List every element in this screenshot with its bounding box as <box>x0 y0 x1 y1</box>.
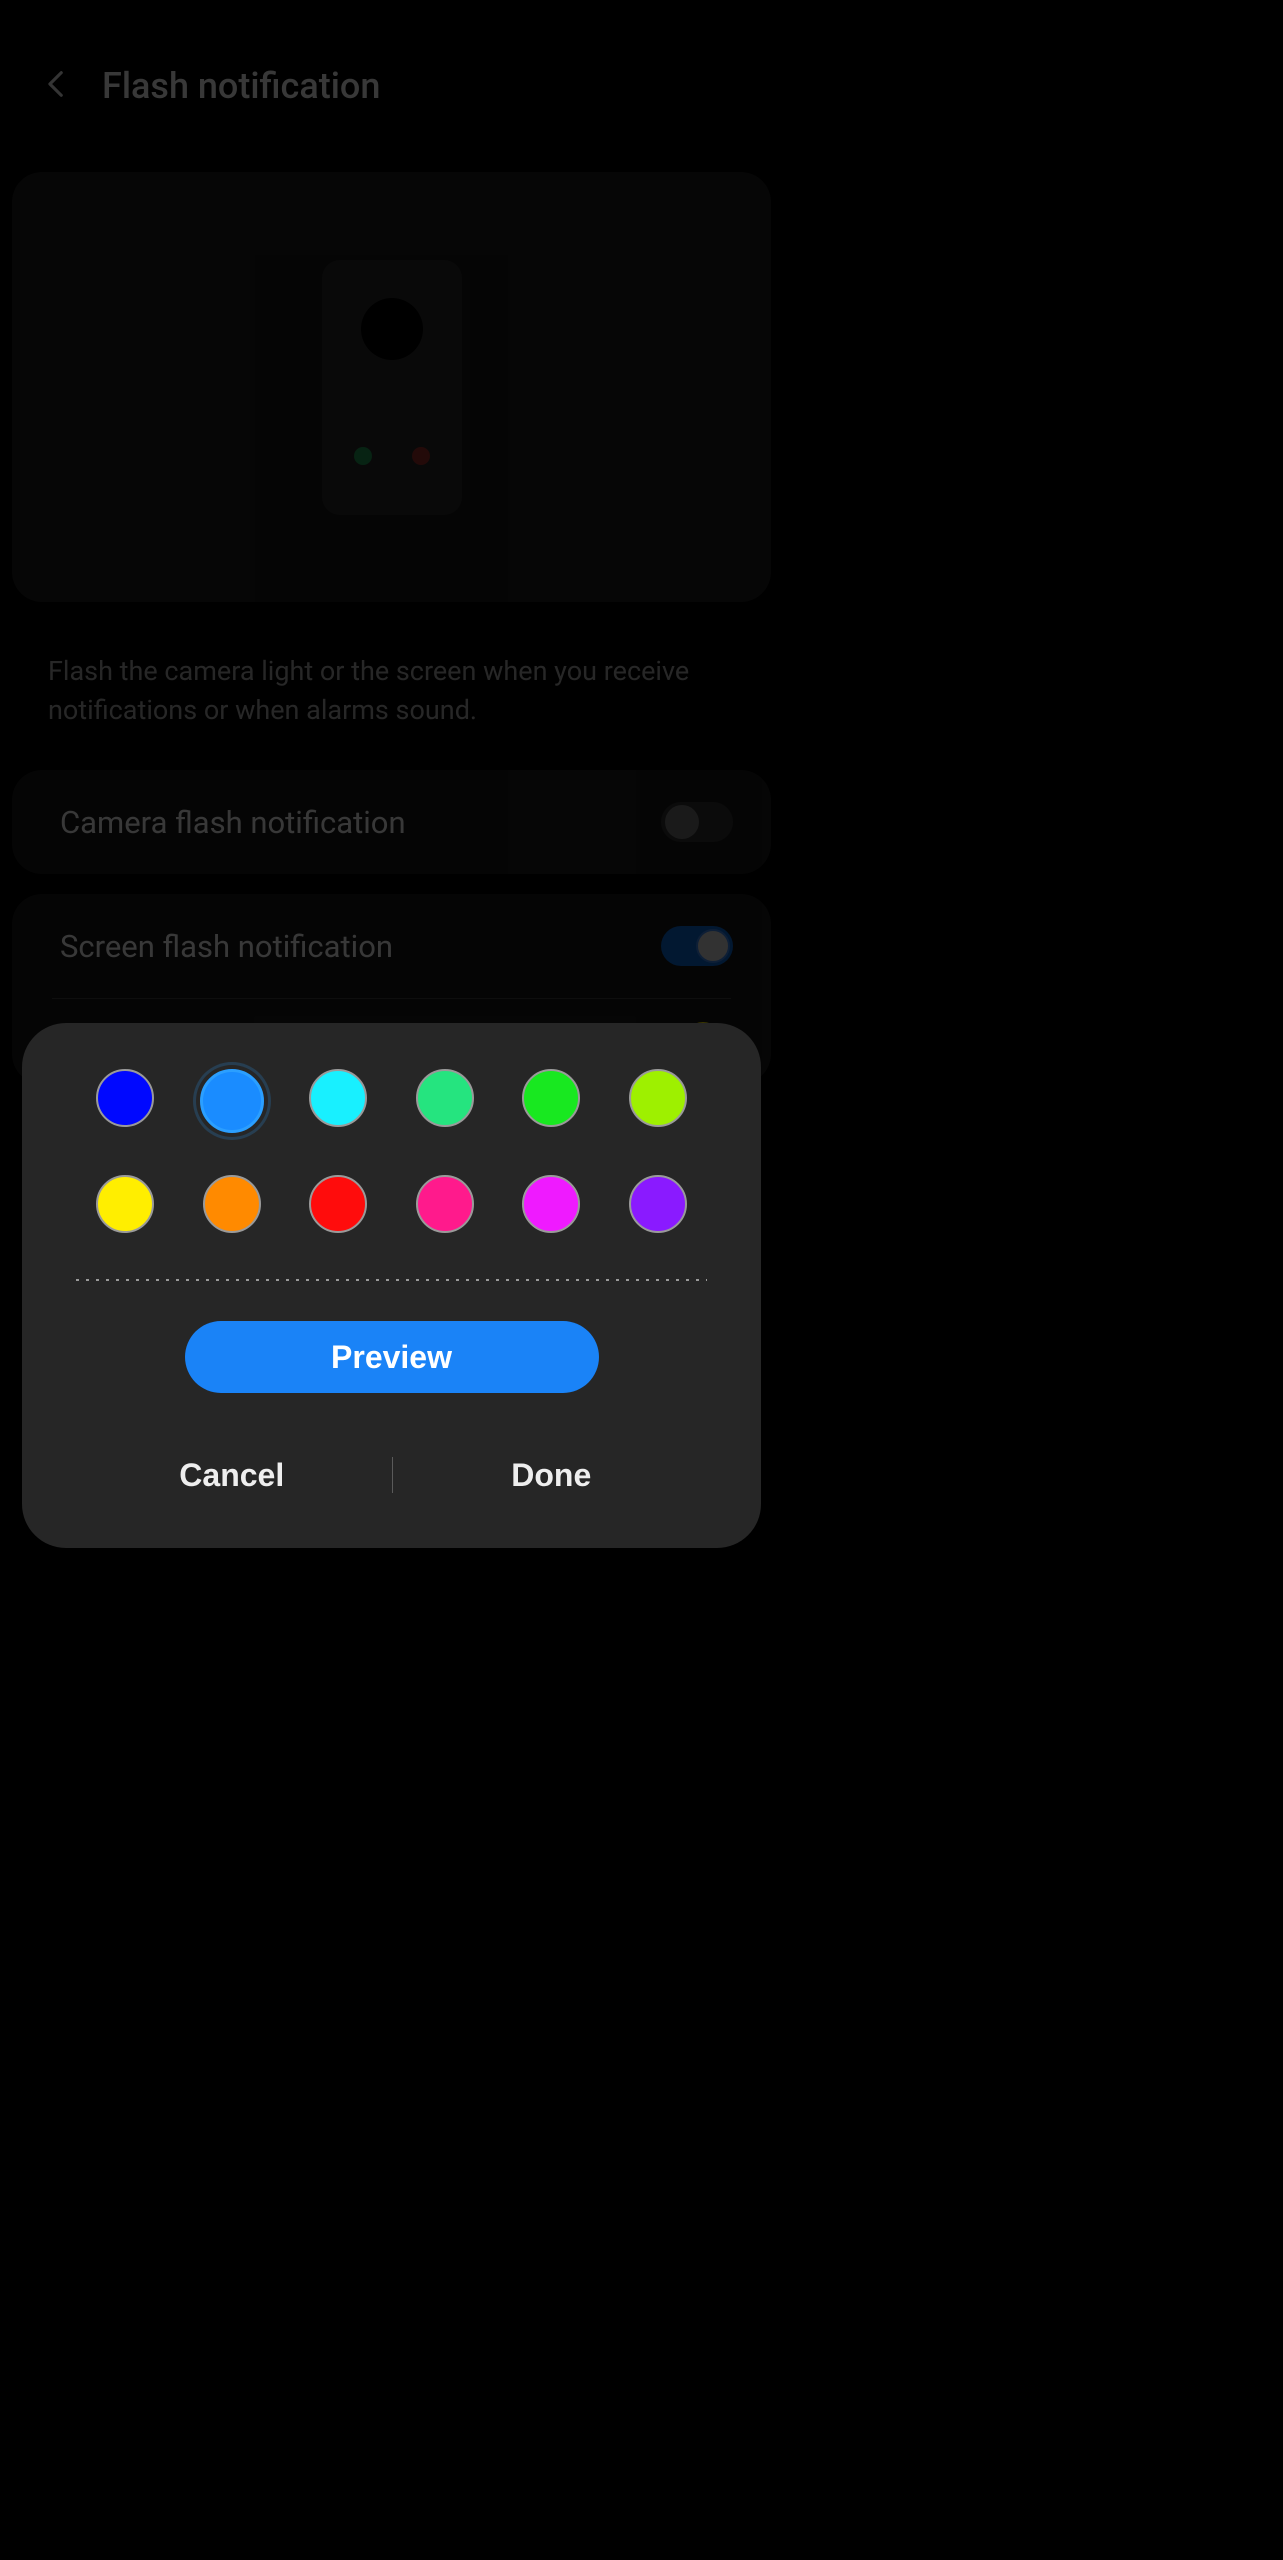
color-picker-sheet: Preview Cancel Done <box>22 1023 761 1548</box>
color-swatch-light-blue[interactable] <box>200 1069 264 1133</box>
color-swatch-green[interactable] <box>522 1069 580 1127</box>
done-button[interactable]: Done <box>392 1447 712 1508</box>
color-swatch-purple[interactable] <box>629 1175 687 1233</box>
preview-button[interactable]: Preview <box>185 1321 599 1393</box>
color-grid <box>72 1069 711 1233</box>
color-swatch-cyan[interactable] <box>309 1069 367 1127</box>
back-icon[interactable] <box>40 67 74 105</box>
flash-green-dot-icon <box>354 447 372 465</box>
screen-flash-row[interactable]: Screen flash notification <box>12 894 771 998</box>
sheet-button-row: Cancel Done <box>72 1447 711 1508</box>
camera-flash-label: Camera flash notification <box>60 804 406 841</box>
phone-mock-icon <box>322 260 462 515</box>
button-separator <box>392 1457 393 1493</box>
color-swatch-blue[interactable] <box>96 1069 154 1127</box>
color-swatch-mint[interactable] <box>416 1069 474 1127</box>
color-swatch-yellow[interactable] <box>96 1175 154 1233</box>
camera-lens-icon <box>361 298 423 360</box>
color-swatch-red[interactable] <box>309 1175 367 1233</box>
camera-flash-row[interactable]: Camera flash notification <box>12 770 771 874</box>
dotted-divider <box>76 1279 707 1281</box>
screen-flash-toggle[interactable] <box>661 926 733 966</box>
device-preview-card <box>12 172 771 602</box>
color-swatch-magenta[interactable] <box>522 1175 580 1233</box>
header: Flash notification <box>0 0 783 137</box>
page-title: Flash notification <box>102 65 380 107</box>
flash-red-dot-icon <box>412 447 430 465</box>
description-text: Flash the camera light or the screen whe… <box>0 622 783 750</box>
cancel-button[interactable]: Cancel <box>72 1447 392 1508</box>
camera-flash-toggle[interactable] <box>661 802 733 842</box>
color-swatch-lime[interactable] <box>629 1069 687 1127</box>
screen-flash-label: Screen flash notification <box>60 928 393 965</box>
color-swatch-hot-pink[interactable] <box>416 1175 474 1233</box>
camera-flash-card: Camera flash notification <box>12 770 771 874</box>
color-swatch-orange[interactable] <box>203 1175 261 1233</box>
